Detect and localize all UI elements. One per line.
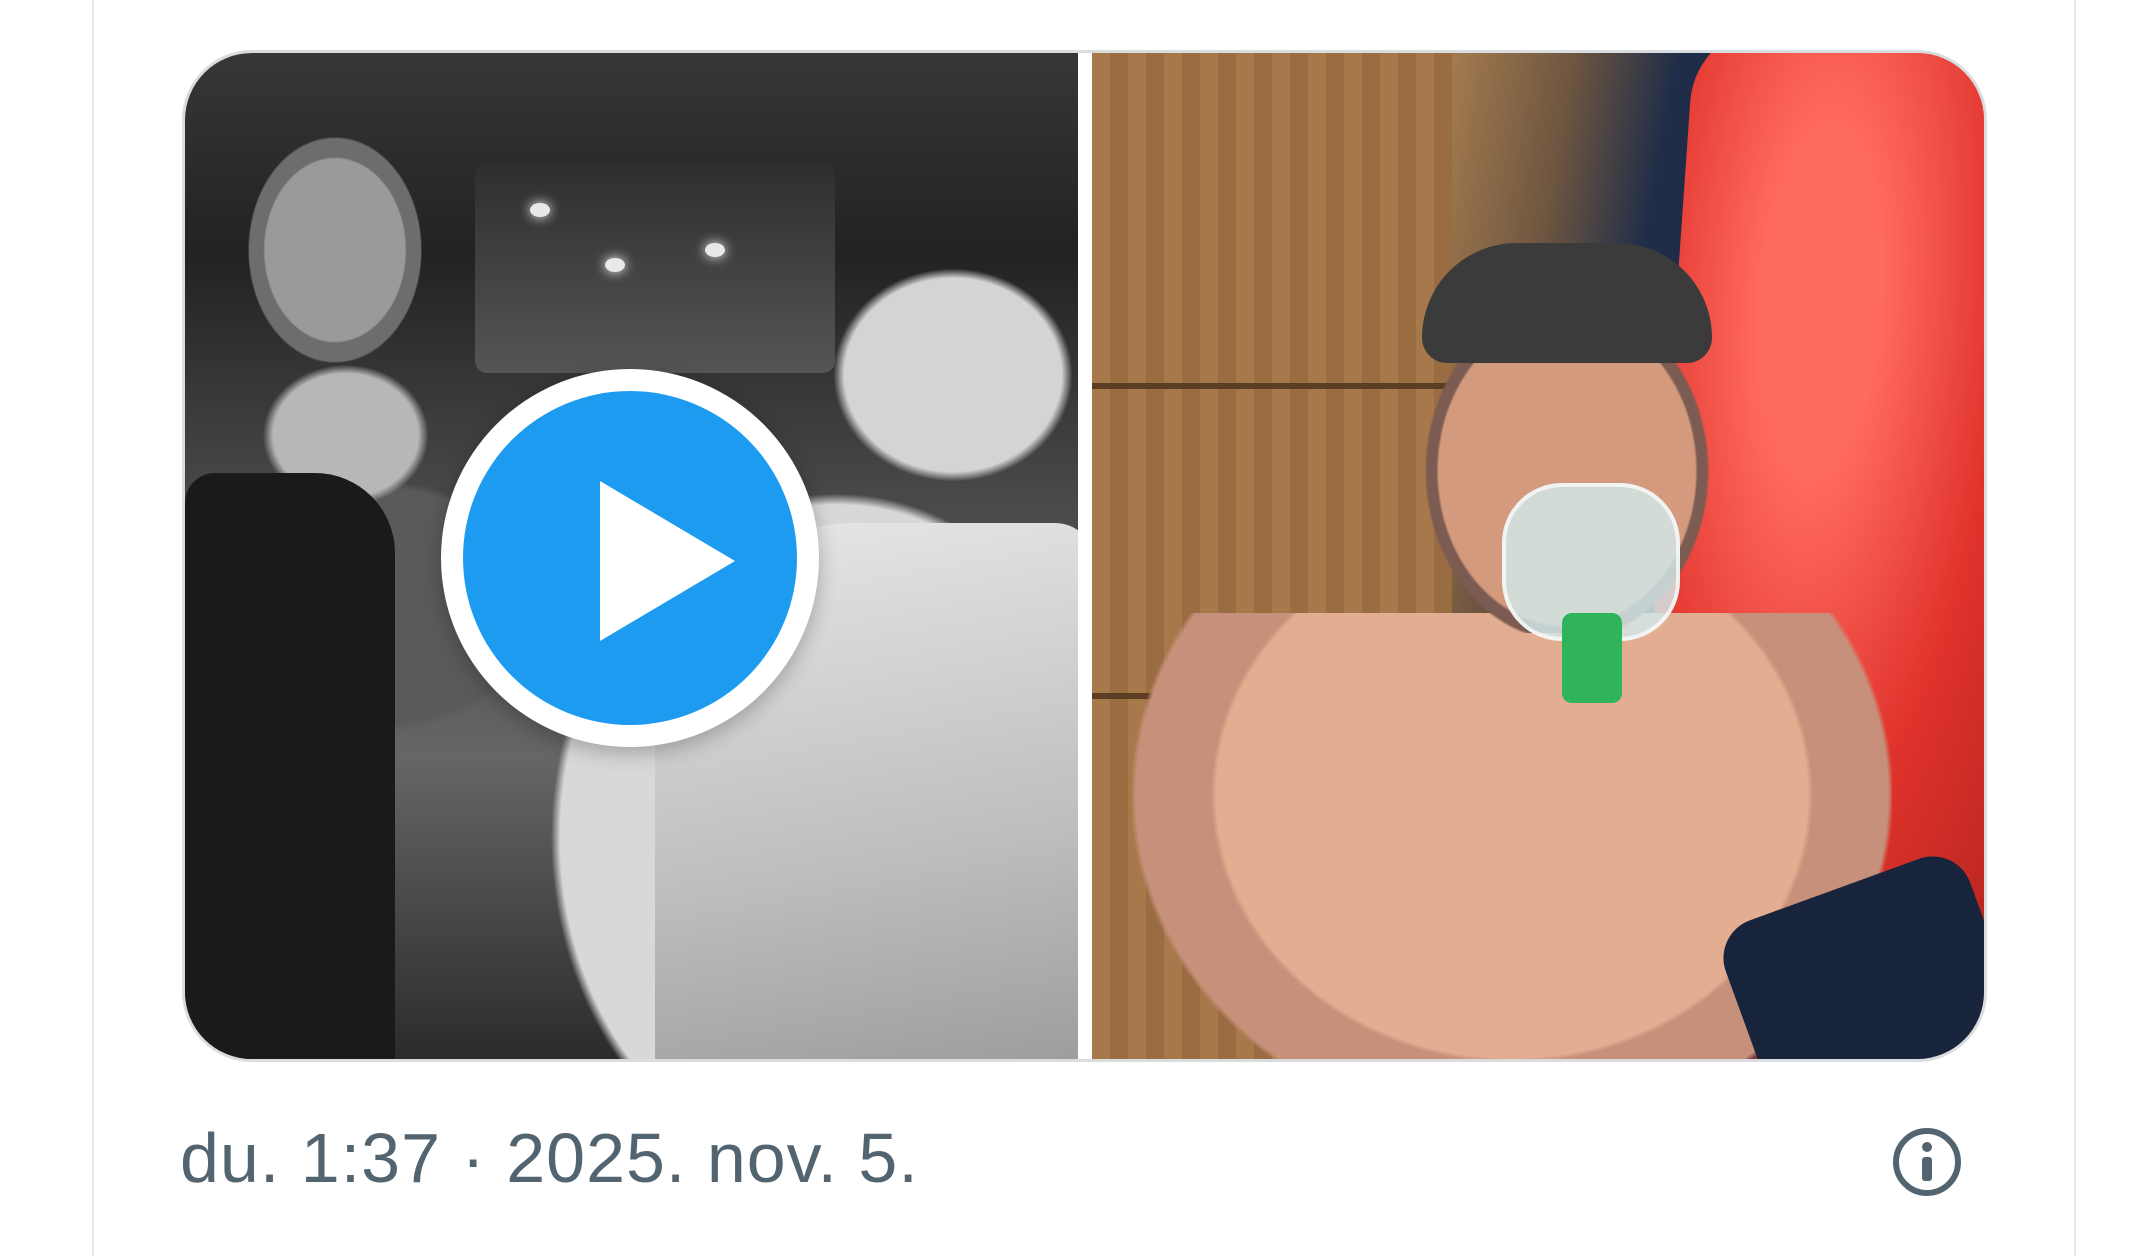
info-icon[interactable]: [1892, 1127, 1962, 1197]
passenger-figure: [225, 133, 445, 393]
car-seat-shape: [185, 473, 395, 1059]
rear-window-image: [475, 163, 835, 373]
play-button[interactable]: [441, 369, 819, 747]
column-border-left: [92, 0, 94, 1256]
photo-thumbnail[interactable]: [1091, 53, 1984, 1059]
panel-groove: [1091, 383, 1452, 389]
headlight-glow: [530, 203, 550, 217]
oxygen-tube: [1561, 613, 1622, 703]
headlight-glow: [605, 258, 625, 272]
patient-hair: [1421, 243, 1712, 363]
column-border-right: [2074, 0, 2076, 1256]
headlight-glow: [705, 243, 725, 257]
play-button-circle: [463, 391, 797, 725]
post-timestamp[interactable]: du. 1:37 · 2025. nov. 5.: [180, 1118, 919, 1198]
play-icon: [600, 481, 735, 641]
